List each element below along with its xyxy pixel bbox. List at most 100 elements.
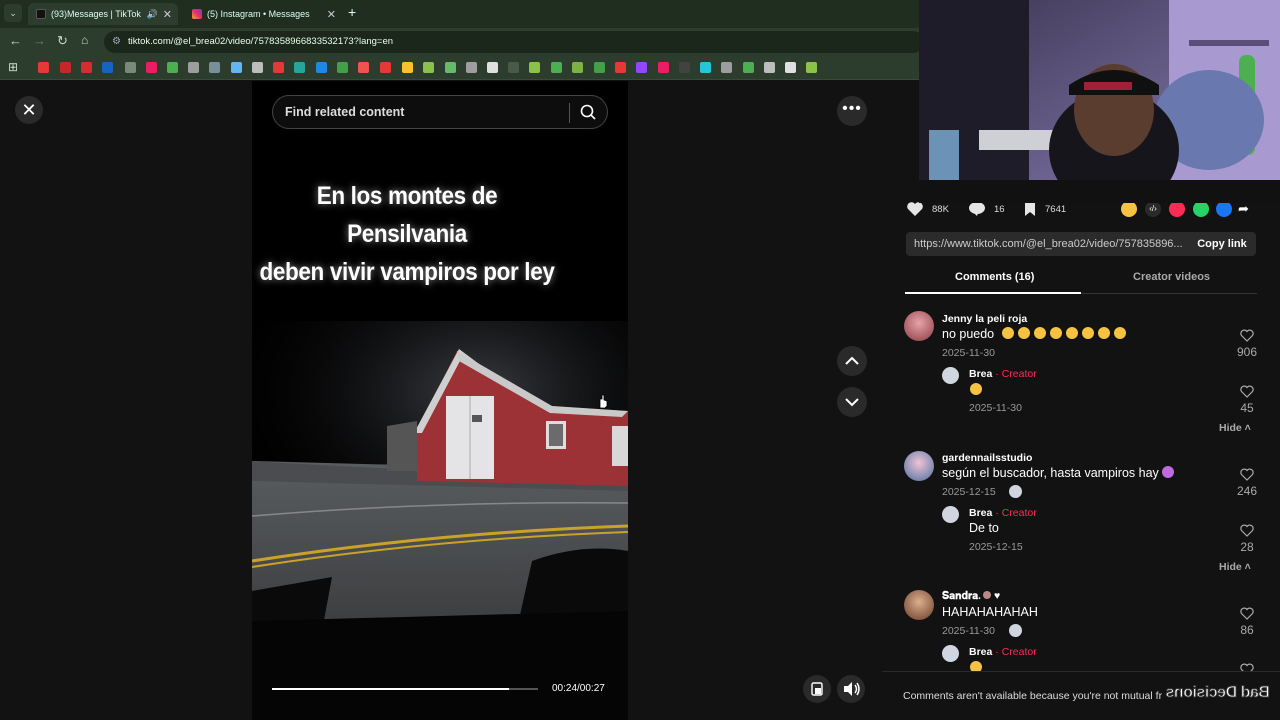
hide-replies-button[interactable]: Hide ˄ [1219, 561, 1251, 573]
reply-username[interactable]: Brea · Creator [969, 507, 1037, 519]
forward-arrow-icon[interactable]: → [33, 33, 46, 48]
bookmark-icon[interactable] [700, 62, 711, 73]
reply-username[interactable]: Brea · Creator [969, 646, 1037, 658]
reply-like-count: 28 [1240, 540, 1254, 554]
bookmark-icon[interactable] [572, 62, 583, 73]
close-tab-icon[interactable]: ✕ [327, 8, 336, 21]
bookmark-icon[interactable] [466, 62, 477, 73]
bookmark-icon[interactable] [273, 62, 284, 73]
bookmark-icon[interactable] [358, 62, 369, 73]
bookmark-icon[interactable] [60, 62, 71, 73]
comment-text: según el buscador, hasta vampiros hay [942, 466, 1178, 480]
comment-username[interactable]: gardennailsstudio [942, 452, 1032, 464]
more-options-button[interactable]: ••• [837, 96, 867, 126]
like-heart-icon[interactable] [1240, 607, 1254, 620]
tiktok-favicon-icon [36, 9, 46, 19]
apps-grid-icon[interactable]: ⊞ [8, 60, 18, 74]
bookmark-icon[interactable] [594, 62, 605, 73]
tab-tiktok[interactable]: (93)Messages | TikTok 🔊 ✕ [28, 3, 178, 25]
bookmark-pinterest-icon[interactable] [380, 62, 391, 73]
facebook-icon[interactable] [1216, 201, 1232, 217]
bookmark-icon[interactable] [316, 62, 327, 73]
like-heart-icon[interactable] [1240, 524, 1254, 537]
bookmark-twitch-icon[interactable] [636, 62, 647, 73]
copy-link-button[interactable]: Copy link [1188, 232, 1256, 256]
creator-avatar[interactable] [942, 367, 959, 384]
bookmark-icon[interactable] [337, 62, 348, 73]
bookmark-icon[interactable] [487, 62, 498, 73]
bookmark-icon[interactable] [167, 62, 178, 73]
save-stat[interactable]: 7641 [1023, 201, 1066, 217]
tab-creator-videos[interactable]: Creator videos [1133, 271, 1210, 283]
whatsapp-icon[interactable] [1193, 201, 1209, 217]
bookmark-icon[interactable] [679, 62, 690, 73]
bookmark-icon[interactable] [721, 62, 732, 73]
tab-search-button[interactable]: ⌄ [4, 4, 22, 22]
bookmark-icon[interactable] [294, 62, 305, 73]
divider [569, 103, 570, 123]
bookmark-icon[interactable] [188, 62, 199, 73]
like-heart-icon[interactable] [1240, 468, 1254, 481]
bookmark-youtube-icon[interactable] [38, 62, 49, 73]
video-player[interactable]: En los montes de Pensilvania deben vivir… [252, 81, 628, 720]
comment-username[interactable]: Jenny la peli roja [942, 313, 1027, 325]
share-arrow-icon[interactable]: ➦ [1238, 201, 1254, 217]
bookmark-icon[interactable] [445, 62, 456, 73]
comment-date: 2025-12-15 [942, 486, 996, 498]
volume-button[interactable] [837, 675, 865, 703]
embed-icon[interactable]: ‹/› [1145, 201, 1161, 217]
like-stat[interactable]: 88K [906, 201, 949, 217]
bookmark-icon[interactable] [551, 62, 562, 73]
bookmark-icon[interactable] [209, 62, 220, 73]
comment-username[interactable]: 𝐒𝐚𝐧𝐝𝐫𝐚. ♥ [942, 591, 1000, 603]
bookmark-icon[interactable] [806, 62, 817, 73]
like-heart-icon[interactable] [1240, 329, 1254, 342]
picture-in-picture-button[interactable] [803, 675, 831, 703]
bookmark-icon[interactable] [743, 62, 754, 73]
previous-video-button[interactable] [837, 346, 867, 376]
bookmark-icon[interactable] [764, 62, 775, 73]
video-progress-bar[interactable] [272, 688, 538, 690]
bookmark-icon[interactable] [81, 62, 92, 73]
bookmark-icon[interactable] [508, 62, 519, 73]
audio-playing-icon[interactable]: 🔊 [147, 9, 158, 20]
search-icon[interactable] [579, 103, 597, 121]
hide-replies-button[interactable]: Hide ˄ [1219, 422, 1251, 434]
laughing-emoji-icon [1001, 327, 1130, 341]
bookmark-icon[interactable] [615, 62, 626, 73]
site-info-icon[interactable]: ⚙ [112, 31, 121, 53]
search-input[interactable] [285, 96, 565, 128]
bookmark-icon[interactable] [785, 62, 796, 73]
reload-icon[interactable]: ↻ [57, 33, 68, 49]
new-tab-button[interactable]: + [348, 4, 356, 20]
bookmark-instagram-icon[interactable] [658, 62, 669, 73]
bookmark-icon[interactable] [529, 62, 540, 73]
send-to-friends-icon[interactable] [1169, 201, 1185, 217]
back-arrow-icon[interactable]: ← [9, 33, 22, 48]
home-icon[interactable]: ⌂ [81, 33, 88, 47]
avatar[interactable] [904, 311, 934, 341]
like-heart-icon[interactable] [1240, 385, 1254, 398]
creator-avatar[interactable] [942, 506, 959, 523]
bookmark-icon[interactable] [252, 62, 263, 73]
tab-comments[interactable]: Comments (16) [955, 271, 1034, 283]
comment-stat[interactable]: 16 [968, 201, 1005, 217]
close-video-button[interactable]: ✕ [15, 96, 43, 124]
avatar[interactable] [904, 451, 934, 481]
gold-share-icon[interactable] [1121, 201, 1137, 217]
tab-instagram[interactable]: (5) Instagram • Messages ✕ [184, 3, 342, 25]
reply-username[interactable]: Brea · Creator [969, 368, 1037, 380]
creator-avatar[interactable] [942, 645, 959, 662]
bookmark-icon[interactable] [146, 62, 157, 73]
bookmark-icon[interactable] [423, 62, 434, 73]
avatar[interactable] [904, 590, 934, 620]
close-tab-icon[interactable]: ✕ [163, 8, 172, 21]
reply-like-count: 45 [1240, 401, 1254, 415]
bookmark-icon[interactable] [231, 62, 242, 73]
next-video-button[interactable] [837, 387, 867, 417]
bookmark-icon[interactable] [125, 62, 136, 73]
address-bar[interactable]: ⚙ tiktok.com/@el_brea02/video/7578358966… [104, 31, 924, 53]
bookmark-icon[interactable] [102, 62, 113, 73]
caption-line: deben vivir vampiros por ley [259, 258, 555, 286]
bookmark-icon[interactable] [402, 62, 413, 73]
